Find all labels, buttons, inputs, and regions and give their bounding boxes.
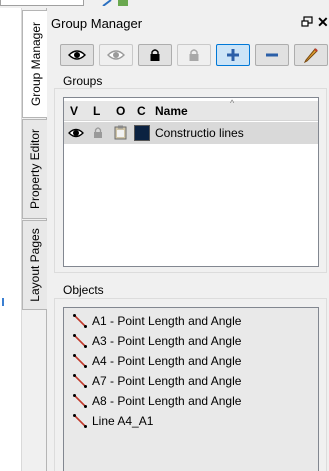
sort-indicator-icon: ^ (230, 98, 235, 108)
line-object-icon (73, 314, 87, 328)
lock-icon[interactable] (93, 126, 103, 139)
panel-title: Group Manager (51, 16, 143, 31)
edit-group-button[interactable] (294, 44, 328, 66)
column-header-name[interactable]: Name (155, 104, 188, 118)
objects-label: Objects (61, 283, 106, 297)
eye-icon[interactable] (68, 127, 84, 139)
tab-layout-pages[interactable]: Layout Pages (22, 220, 47, 310)
unlock-group-button[interactable] (177, 44, 211, 66)
line-object-icon (73, 334, 87, 348)
left-edge-strip (0, 8, 22, 471)
column-header-o[interactable]: O (116, 104, 125, 118)
list-item-label: A1 - Point Length and Angle (92, 314, 242, 328)
table-row[interactable]: Constructio lines (64, 122, 318, 144)
tab-layout-pages-label: Layout Pages (28, 228, 42, 302)
tab-property-editor[interactable]: Property Editor (22, 119, 47, 219)
group-color-swatch[interactable] (134, 125, 150, 141)
lock-group-button[interactable] (138, 44, 172, 66)
close-icon[interactable]: ✕ (317, 14, 329, 31)
plus-icon (227, 49, 239, 61)
lock-icon (150, 49, 160, 61)
list-item[interactable]: A3 - Point Length and Angle (72, 332, 241, 350)
show-group-button[interactable] (60, 44, 94, 66)
float-window-icon[interactable] (301, 16, 313, 28)
tab-property-editor-label: Property Editor (28, 128, 42, 210)
group-name: Constructio lines (155, 126, 244, 140)
list-item-label: A8 - Point Length and Angle (92, 394, 242, 408)
line-object-icon (73, 394, 87, 408)
host-combobox[interactable] (0, 0, 84, 6)
add-group-button[interactable] (216, 44, 250, 66)
line-object-icon (73, 374, 87, 388)
vertical-tab-strip: Group Manager Property Editor Layout Pag… (22, 8, 48, 471)
list-item-label: A7 - Point Length and Angle (92, 374, 242, 388)
pencil-icon (303, 48, 318, 63)
line-object-icon (73, 354, 87, 368)
list-item[interactable]: A8 - Point Length and Angle (72, 392, 241, 410)
hide-group-button[interactable] (99, 44, 133, 66)
list-item[interactable]: A7 - Point Length and Angle (72, 372, 241, 390)
groups-table-header: V L O C Name ^ (64, 98, 318, 121)
edge-marker (2, 298, 4, 306)
list-item-label: A4 - Point Length and Angle (92, 354, 242, 368)
chart-icon[interactable] (117, 0, 129, 6)
panel-titlebar: Group Manager ✕ (47, 13, 329, 33)
clipboard-icon[interactable] (114, 125, 127, 140)
groups-table[interactable]: V L O C Name ^ Constructio lines (63, 97, 319, 267)
tab-group-manager[interactable]: Group Manager (22, 10, 48, 118)
arrow-icon[interactable] (101, 0, 113, 6)
objects-list[interactable]: A1 - Point Length and Angle A3 - Point L… (63, 307, 319, 471)
list-item-label: Line A4_A1 (92, 414, 154, 428)
column-header-l[interactable]: L (93, 104, 100, 118)
eye-icon (107, 50, 125, 60)
lock-icon (189, 49, 199, 61)
tab-group-manager-label: Group Manager (28, 21, 43, 107)
list-item[interactable]: A1 - Point Length and Angle (72, 312, 241, 330)
column-header-c[interactable]: C (137, 104, 146, 118)
list-item[interactable]: A4 - Point Length and Angle (72, 352, 241, 370)
remove-group-button[interactable] (255, 44, 289, 66)
list-item-label: A3 - Point Length and Angle (92, 334, 242, 348)
minus-icon (266, 53, 278, 57)
eye-icon (68, 50, 86, 60)
list-item[interactable]: Line A4_A1 (72, 412, 153, 430)
column-header-v[interactable]: V (70, 104, 78, 118)
host-toolbar-strip (0, 0, 329, 8)
line-object-icon (73, 414, 87, 428)
groups-label: Groups (61, 74, 105, 88)
